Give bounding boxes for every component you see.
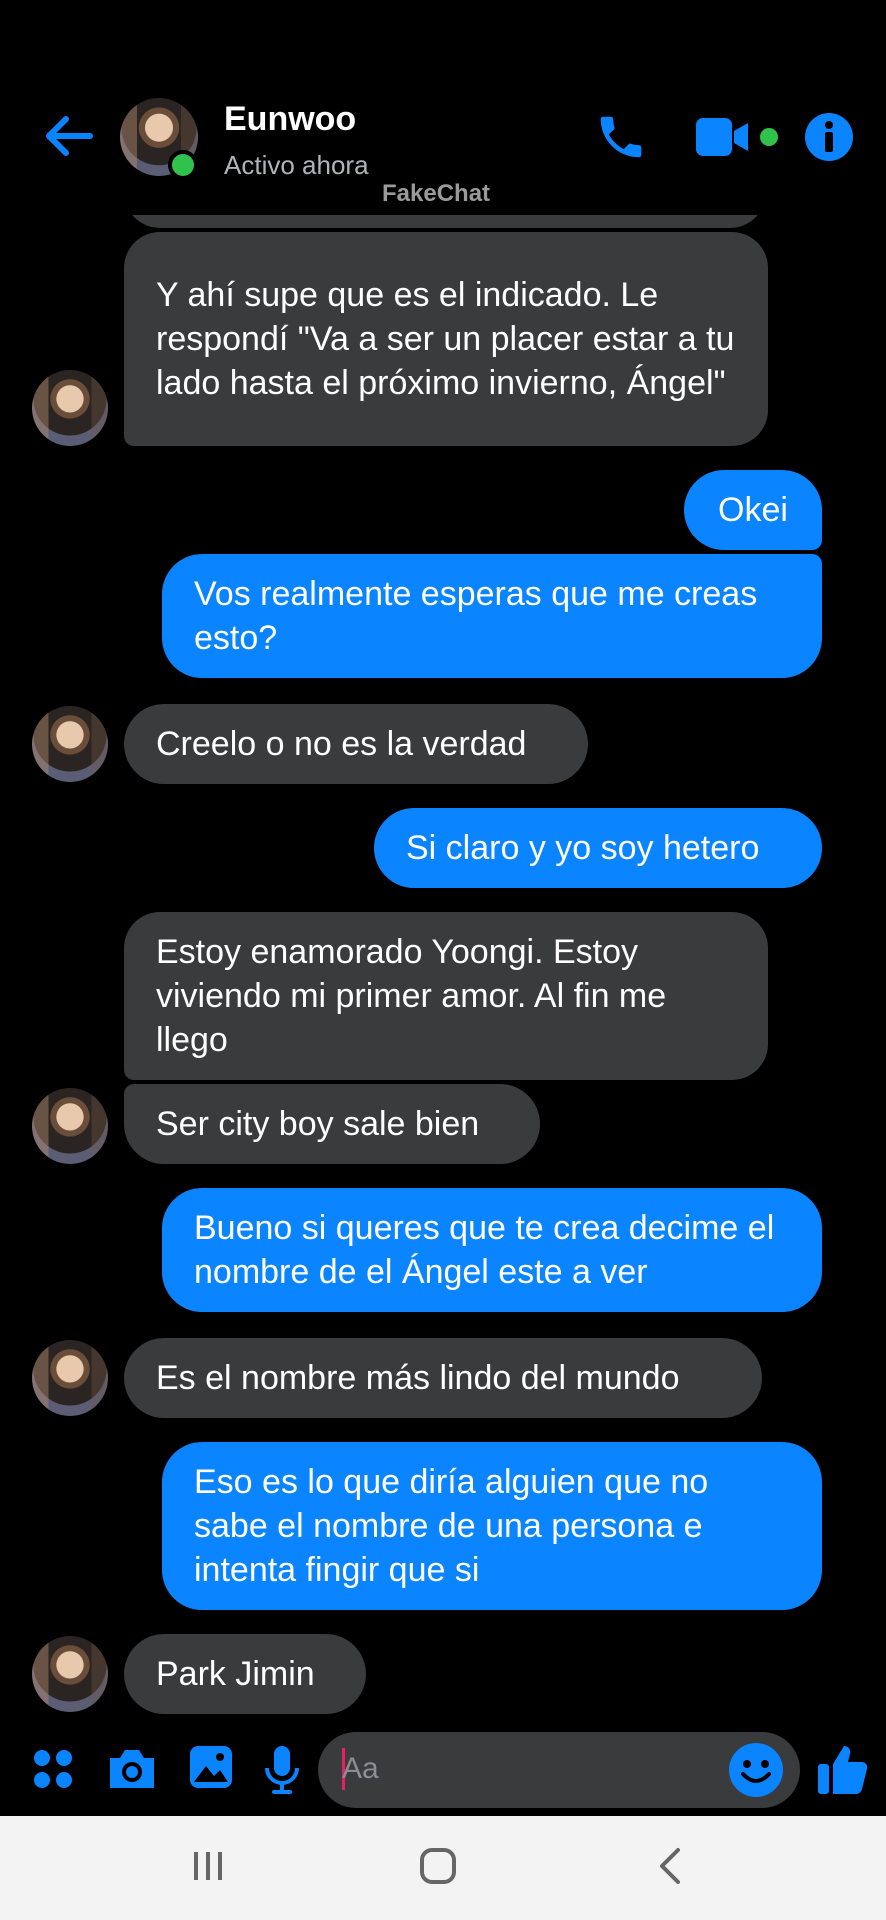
- message-bubble-incoming[interactable]: Creelo o no es la verdad: [124, 704, 588, 784]
- message-text: Ser city boy sale bien: [156, 1105, 480, 1143]
- home-icon[interactable]: [418, 1846, 458, 1886]
- info-icon[interactable]: [804, 112, 854, 162]
- back-icon[interactable]: [652, 1846, 688, 1886]
- message-bubble-outgoing[interactable]: Si claro y yo soy hetero: [374, 808, 822, 888]
- message-bubble-incoming[interactable]: Y ahí supe que es el indicado. Le respon…: [124, 232, 768, 446]
- online-status-indicator: [168, 150, 198, 180]
- message-composer: Aa: [0, 1722, 886, 1818]
- message-bubble-incoming[interactable]: Park Jimin: [124, 1634, 366, 1714]
- gallery-icon[interactable]: [188, 1744, 234, 1790]
- contact-avatar[interactable]: [32, 1340, 108, 1416]
- video-active-dot: [760, 128, 778, 146]
- message-text: Creelo o no es la verdad: [156, 725, 527, 763]
- message-text: Okei: [718, 491, 788, 529]
- message-text: Park Jimin: [156, 1655, 315, 1693]
- message-input-placeholder: Aa: [342, 1752, 379, 1785]
- video-camera-icon[interactable]: [694, 114, 754, 160]
- message-bubble-incoming[interactable]: Estoy enamorado Yoongi. Estoy viviendo m…: [124, 912, 768, 1080]
- camera-icon[interactable]: [106, 1746, 158, 1792]
- recent-apps-icon[interactable]: [190, 1846, 226, 1886]
- back-arrow-icon[interactable]: [40, 108, 96, 164]
- message-text: Y ahí supe que es el indicado. Le respon…: [156, 276, 735, 402]
- phone-icon[interactable]: [594, 110, 648, 164]
- message-text: Bueno si queres que te crea decime el no…: [194, 1209, 775, 1291]
- apps-grid-icon[interactable]: [32, 1748, 74, 1790]
- contact-avatar[interactable]: [32, 706, 108, 782]
- contact-name[interactable]: Eunwoo: [224, 100, 356, 139]
- message-bubble-incoming[interactable]: Es el nombre más lindo del mundo: [124, 1338, 762, 1418]
- message-text: Eso es lo que diría alguien que no sabe …: [194, 1463, 709, 1589]
- thumbs-up-icon[interactable]: [816, 1742, 870, 1796]
- system-navigation-bar: [0, 1816, 886, 1920]
- message-bubble-incoming[interactable]: Ser city boy sale bien: [124, 1084, 540, 1164]
- contact-avatar[interactable]: [32, 370, 108, 446]
- contact-avatar[interactable]: [32, 1636, 108, 1712]
- message-text: Estoy enamorado Yoongi. Estoy viviendo m…: [156, 933, 667, 1059]
- chat-header: Eunwoo Activo ahora FakeChat: [0, 0, 886, 215]
- message-bubble-outgoing[interactable]: Vos realmente esperas que me creas esto?: [162, 554, 822, 678]
- watermark-label: FakeChat: [382, 180, 491, 207]
- conversation-area[interactable]: Y ahí supe que es el indicado. Le respon…: [0, 0, 886, 1722]
- contact-status: Activo ahora: [224, 150, 369, 180]
- message-bubble-outgoing[interactable]: Bueno si queres que te crea decime el no…: [162, 1188, 822, 1312]
- message-text: Es el nombre más lindo del mundo: [156, 1359, 680, 1397]
- emoji-icon[interactable]: [728, 1742, 784, 1798]
- message-bubble-outgoing[interactable]: Eso es lo que diría alguien que no sabe …: [162, 1442, 822, 1610]
- message-text: Vos realmente esperas que me creas esto?: [194, 575, 758, 657]
- contact-avatar[interactable]: [32, 1088, 108, 1164]
- message-bubble-outgoing[interactable]: Okei: [684, 470, 822, 550]
- message-text: Si claro y yo soy hetero: [406, 829, 760, 867]
- microphone-icon[interactable]: [262, 1744, 302, 1796]
